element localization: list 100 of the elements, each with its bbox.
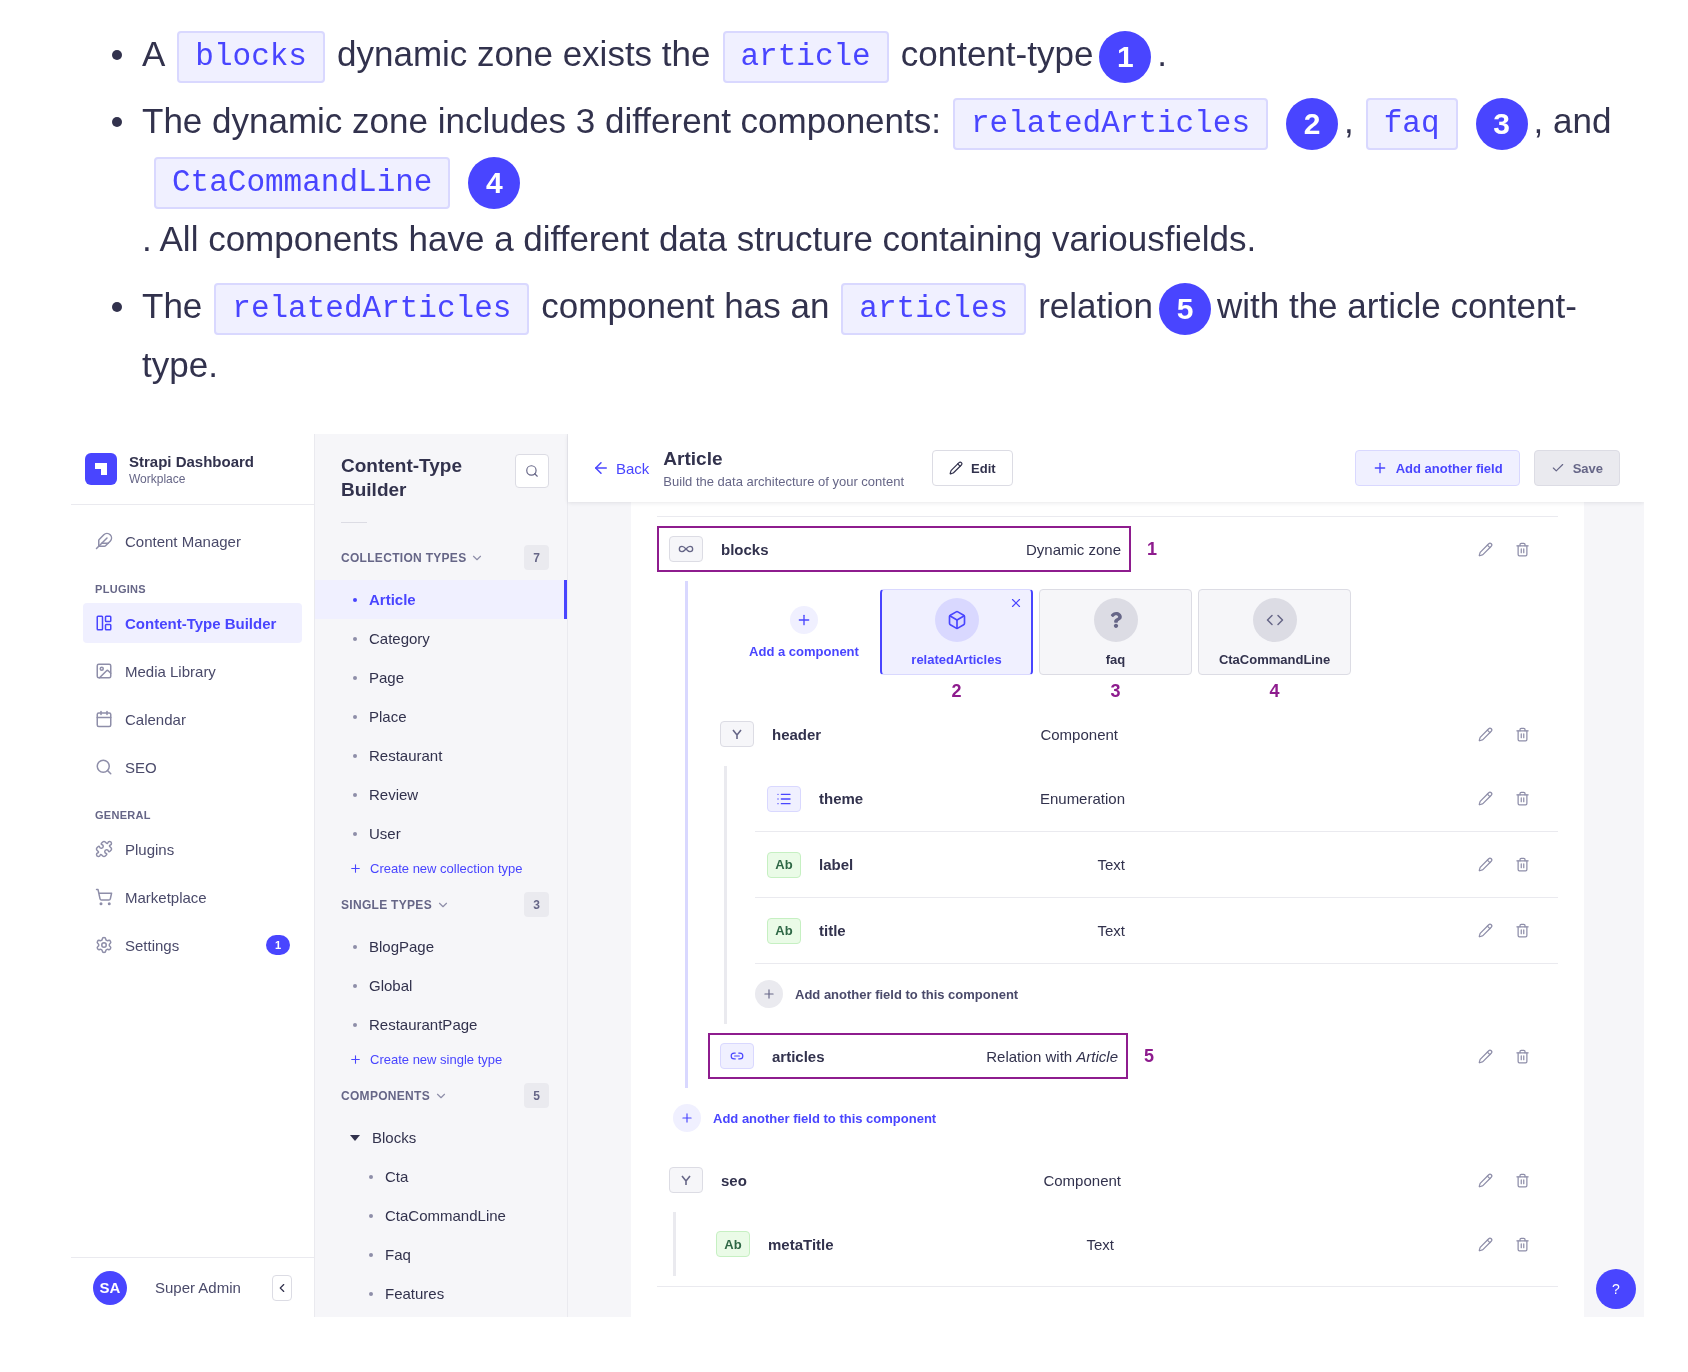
edit-button[interactable]: [1478, 791, 1493, 806]
add-field-link[interactable]: Add another field to this component: [755, 964, 1558, 1024]
bullet-text: with the article content-: [1216, 286, 1577, 325]
edit-button[interactable]: [1478, 541, 1493, 557]
code-tag: faq: [1365, 97, 1458, 150]
back-link[interactable]: Back: [592, 459, 650, 477]
component-name: relatedArticles: [911, 651, 1002, 667]
annotation-number: 2: [951, 681, 962, 702]
delete-button[interactable]: [1515, 726, 1530, 742]
annotation-number: 4: [1269, 681, 1280, 702]
search-button[interactable]: [515, 454, 549, 488]
bullet-dot: [112, 117, 122, 127]
pencil-icon: [1478, 1172, 1493, 1188]
content-type-item[interactable]: CtaCommandLine: [315, 1196, 567, 1235]
count-badge: 7: [524, 545, 549, 570]
field-type: Relation with Article: [986, 1047, 1118, 1065]
edit-button[interactable]: Edit: [932, 450, 1013, 486]
component-card[interactable]: CtaCommandLine: [1198, 589, 1351, 675]
group-title[interactable]: SINGLE TYPES: [341, 897, 432, 912]
content-type-item[interactable]: Global: [315, 966, 567, 1005]
content-type-item[interactable]: RestaurantPage: [315, 1005, 567, 1044]
content-type-item[interactable]: BlogPage: [315, 927, 567, 966]
trash-icon: [1515, 1236, 1530, 1252]
help-button[interactable]: ?: [1596, 1269, 1636, 1309]
component-card[interactable]: relatedArticles: [880, 589, 1033, 675]
edit-button[interactable]: [1478, 1236, 1493, 1252]
edit-button[interactable]: [1478, 726, 1493, 742]
number-marker: 1: [1099, 30, 1152, 83]
trash-icon: [1515, 1048, 1530, 1064]
content-type-item[interactable]: Faq: [315, 1235, 567, 1274]
bullet-text: , and: [1533, 101, 1612, 140]
plus-icon: [790, 605, 818, 634]
pencil-icon: [1478, 1048, 1493, 1064]
group-title[interactable]: COLLECTION TYPES: [341, 550, 467, 565]
bullet-text: content-type: [900, 34, 1094, 73]
field-type: Enumeration: [1039, 790, 1125, 807]
puzzle-icon: [95, 840, 113, 858]
trash-icon: [1515, 923, 1530, 938]
user-avatar[interactable]: SA: [93, 1270, 127, 1305]
trash-icon: [1515, 791, 1530, 806]
content-type-item[interactable]: Category: [315, 619, 567, 658]
logo-icon: [85, 453, 117, 485]
search-icon: [525, 464, 539, 478]
delete-button[interactable]: [1515, 791, 1530, 806]
edit-button[interactable]: [1478, 1048, 1493, 1064]
content-type-item[interactable]: Article: [315, 580, 567, 619]
content-type-item[interactable]: Place: [315, 697, 567, 736]
add-component-button[interactable]: Add a component: [734, 589, 874, 675]
add-field-link[interactable]: Add another field to this component: [673, 1088, 1558, 1148]
group-title[interactable]: COMPONENTS: [341, 1088, 430, 1103]
fork-icon: [730, 727, 744, 741]
edit-button[interactable]: [1478, 1172, 1493, 1188]
bullet-text: relation: [1038, 286, 1153, 325]
nav-heading: PLUGINS: [94, 582, 147, 597]
collapse-button[interactable]: [272, 1274, 292, 1301]
bullet-text: The dynamic zone includes 3 different components:: [142, 101, 941, 140]
delete-button[interactable]: [1515, 1236, 1530, 1252]
pencil-icon: [1478, 791, 1493, 806]
content-type-item[interactable]: Page: [315, 658, 567, 697]
delete-button[interactable]: [1515, 1048, 1530, 1064]
nav-item[interactable]: Settings 1: [83, 925, 302, 965]
annotation-number: 1: [1147, 538, 1157, 560]
nav-item[interactable]: Content Manager: [83, 521, 302, 561]
nav-item[interactable]: Marketplace: [83, 877, 302, 917]
close-icon: [1009, 596, 1023, 610]
nav-item[interactable]: Content-Type Builder: [83, 603, 302, 643]
calendar-icon: [95, 710, 113, 728]
content-type-item[interactable]: Restaurant: [315, 736, 567, 775]
delete-button[interactable]: [1515, 857, 1530, 872]
code-tag: articles: [841, 282, 1027, 335]
field-type: Dynamic zone: [1025, 540, 1121, 558]
delete-button[interactable]: [1515, 1172, 1530, 1188]
edit-button[interactable]: [1478, 857, 1493, 872]
field-name: theme: [819, 790, 865, 807]
component-name: CtaCommandLine: [1218, 651, 1331, 667]
add-field-button[interactable]: Add another field: [1354, 450, 1520, 486]
close-button[interactable]: [1009, 596, 1023, 610]
bullet-text: dynamic zone exists the: [337, 34, 711, 73]
content-type-item[interactable]: Cta: [315, 1157, 567, 1196]
content-type-item[interactable]: Features: [315, 1274, 567, 1313]
bullet-text: fields.: [1164, 219, 1257, 258]
panel-title: Content-Type Builder: [341, 454, 464, 502]
plus-icon: [673, 1104, 701, 1132]
bullet-dot: [112, 302, 122, 312]
content-type-item[interactable]: Review: [315, 775, 567, 814]
plus-icon: [349, 862, 362, 875]
content-type-item[interactable]: User: [315, 814, 567, 853]
nav-item[interactable]: Media Library: [83, 651, 302, 691]
field-type-badge: Ab: [767, 917, 801, 944]
delete-button[interactable]: [1515, 923, 1530, 938]
nav-item[interactable]: Calendar: [83, 699, 302, 739]
create-link[interactable]: Create new single type: [315, 1044, 567, 1073]
nav-item[interactable]: SEO: [83, 747, 302, 787]
edit-button[interactable]: [1478, 923, 1493, 938]
content-type-item[interactable]: Blocks: [315, 1118, 567, 1157]
component-card[interactable]: faq: [1039, 589, 1192, 675]
create-link[interactable]: Create new collection type: [315, 853, 567, 882]
nav-item[interactable]: Plugins: [83, 829, 302, 869]
delete-button[interactable]: [1515, 541, 1530, 557]
code-tag: relatedArticles: [214, 282, 530, 335]
